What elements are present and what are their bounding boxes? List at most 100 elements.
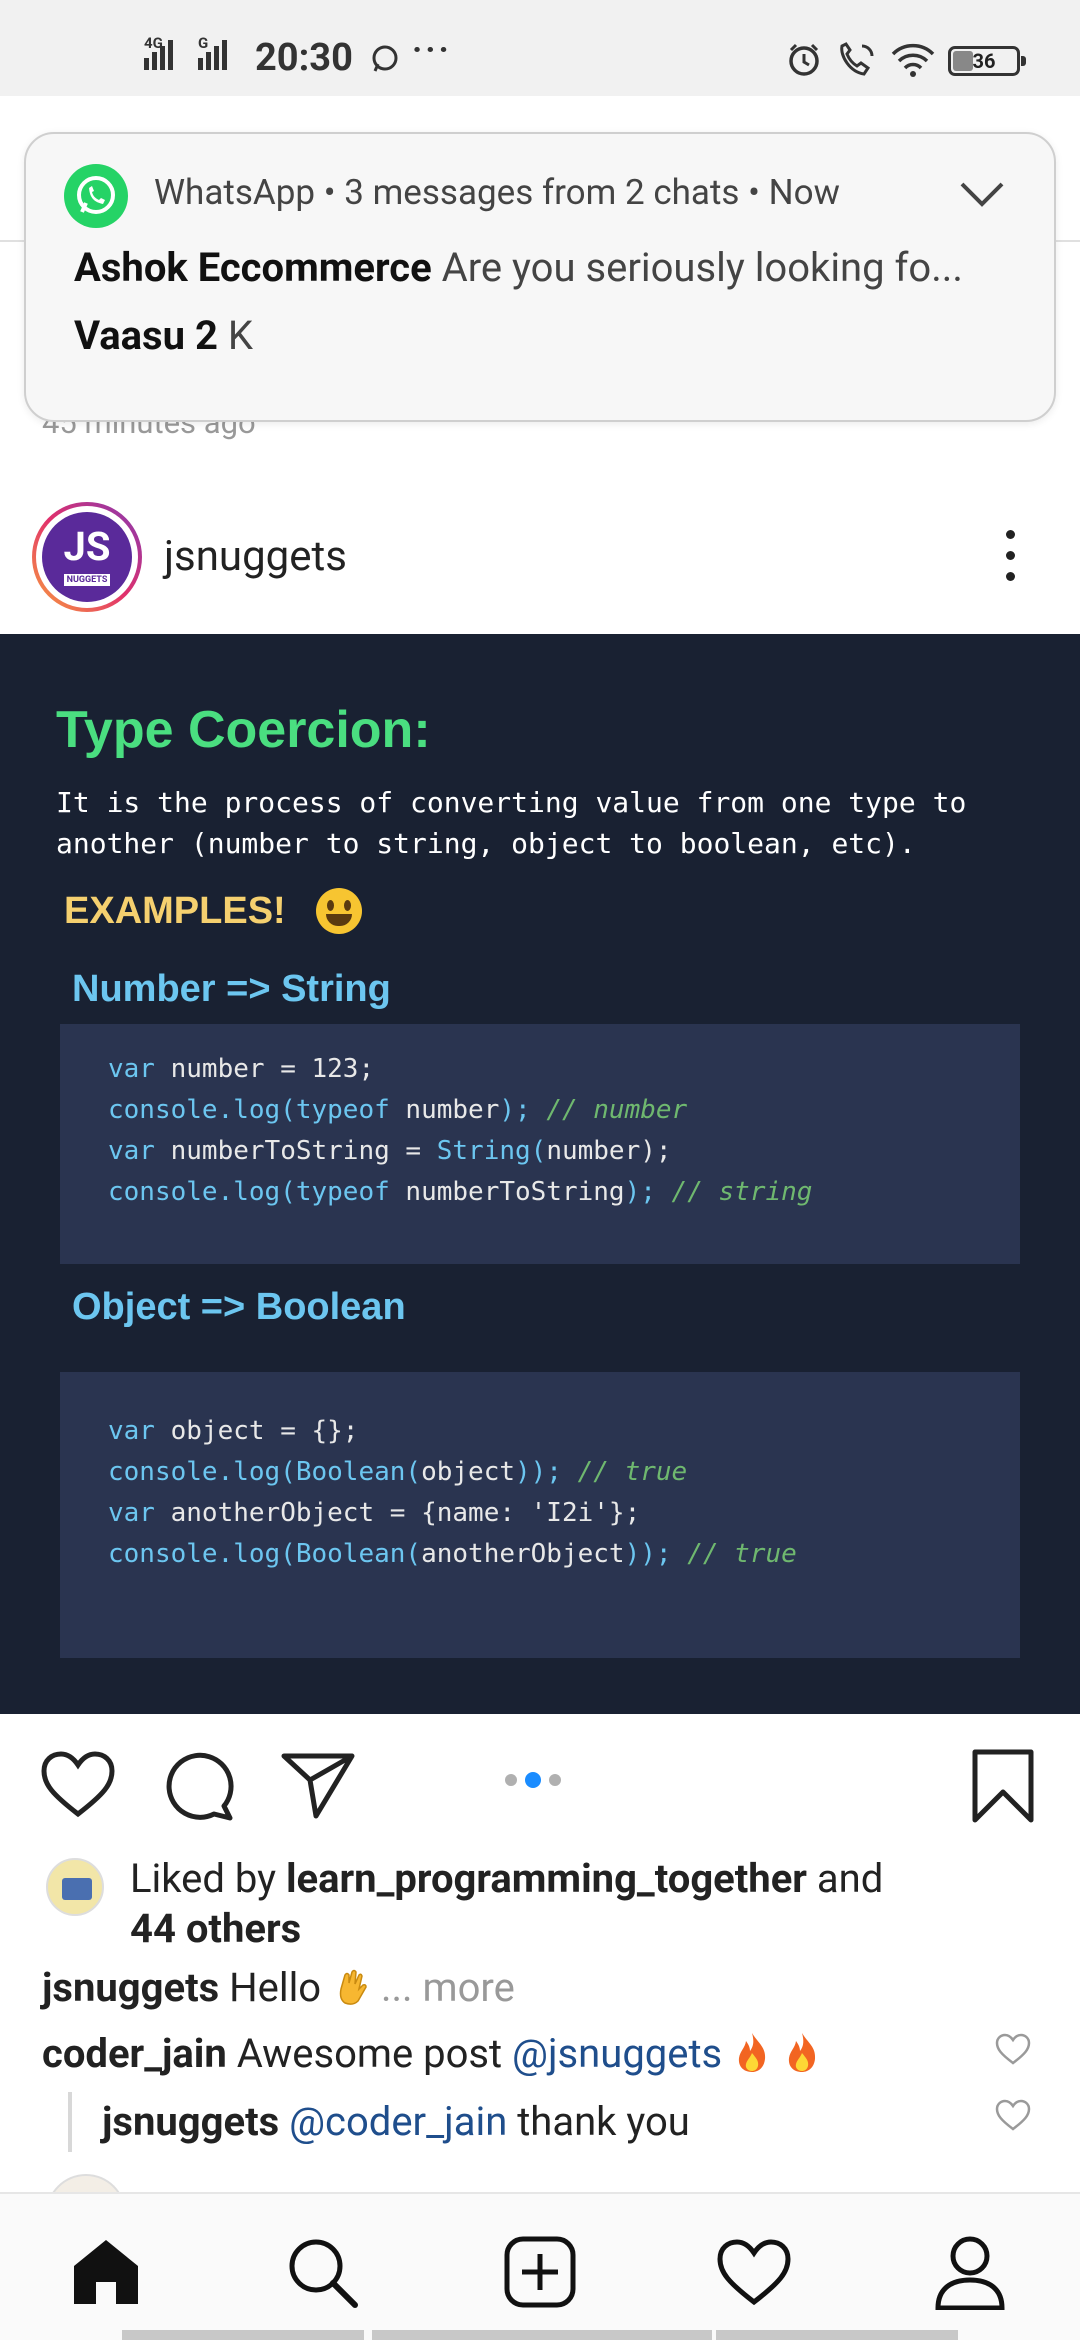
like-heart-icon[interactable]	[40, 1750, 116, 1822]
post-caption[interactable]: jsnuggets Hello ... more	[42, 1964, 515, 2011]
comment-icon[interactable]	[162, 1750, 234, 1826]
message-text: K	[227, 312, 253, 359]
code-token: console.log(typeof	[108, 1095, 406, 1125]
carousel-indicator	[505, 1772, 561, 1788]
fire-emoji-icon	[732, 2031, 772, 2073]
gesture-bar	[716, 2330, 958, 2340]
comment[interactable]: coder_jain Awesome post @jsnuggets	[42, 2030, 822, 2077]
code-token: // string	[671, 1177, 813, 1207]
carousel-dot-active	[525, 1772, 541, 1788]
code-line: console.log(typeof number); // number	[108, 1095, 687, 1125]
message-sender: Ashok Eccommerce	[74, 244, 432, 291]
notification-message: Ashok Eccommerce Are you seriously looki…	[74, 244, 1034, 291]
liked-by-text[interactable]: Liked by learn_programming_together and …	[130, 1854, 1030, 1954]
share-send-icon[interactable]	[280, 1750, 356, 1824]
code-token: var	[108, 1054, 155, 1084]
comment-mention[interactable]: @jsnuggets	[512, 2030, 722, 2077]
code-line: console.log(typeof numberToString); // s…	[108, 1177, 812, 1207]
code-token: object	[421, 1457, 515, 1487]
examples-label: EXAMPLES!	[64, 890, 286, 932]
whatsapp-notification[interactable]: WhatsApp • 3 messages from 2 chats • Now…	[24, 132, 1056, 422]
code-token: console.log(typeof	[108, 1177, 406, 1207]
comment-text: Awesome post	[236, 2030, 503, 2077]
more-notifications-icon: ···	[412, 30, 452, 70]
caption-text: Hello	[229, 1964, 322, 2011]
waving-hand-emoji-icon	[331, 1967, 371, 2007]
more-options-icon[interactable]	[1000, 530, 1020, 584]
chevron-down-icon[interactable]	[958, 178, 1006, 216]
smiley-emoji-icon	[316, 888, 362, 934]
liker-avatar[interactable]	[46, 1858, 104, 1916]
post-image[interactable]: Type Coercion: It is the process of conv…	[0, 634, 1080, 1714]
code-token: // number	[546, 1095, 688, 1125]
section-title: Number => String	[72, 968, 391, 1010]
status-time: 20:30	[255, 36, 353, 80]
comment-mention[interactable]: @coder_jain	[289, 2098, 507, 2145]
carousel-dot	[549, 1774, 561, 1786]
message-sender: Vaasu 2	[74, 312, 218, 359]
code-token: object = {};	[154, 1416, 359, 1446]
description-line: It is the process of converting value fr…	[56, 786, 967, 819]
gesture-bar	[122, 2330, 364, 2340]
comment-like-heart-icon[interactable]	[994, 2032, 1032, 2070]
notification-app-name: WhatsApp	[154, 172, 316, 213]
new-post-icon[interactable]	[500, 2232, 580, 2312]
code-line: var object = {};	[108, 1416, 358, 1446]
image-description: It is the process of converting value fr…	[56, 782, 1036, 864]
carousel-dot	[505, 1774, 517, 1786]
comment-username[interactable]: coder_jain	[42, 2030, 227, 2077]
home-icon[interactable]	[66, 2232, 146, 2312]
code-line: console.log(Boolean(anotherObject)); // …	[108, 1539, 797, 1569]
code-token: );	[624, 1177, 672, 1207]
liked-by-others[interactable]: 44 others	[130, 1905, 301, 1952]
comment-username[interactable]: jsnuggets	[102, 2098, 279, 2145]
notification-header: WhatsApp • 3 messages from 2 chats • Now	[154, 172, 840, 213]
code-token: number = 123;	[154, 1054, 375, 1084]
notification-message: Vaasu 2 K	[74, 312, 1034, 359]
fire-emoji-icon	[782, 2031, 822, 2073]
post-action-bar	[0, 1714, 1080, 1844]
code-token: console.log(Boolean(	[108, 1457, 422, 1487]
signal-g-icon: G	[198, 34, 227, 70]
whatsapp-icon	[64, 164, 128, 228]
liked-by-user[interactable]: learn_programming_together	[286, 1855, 807, 1902]
signal-4g-icon: 4G	[144, 34, 173, 70]
code-block-2: var object = {}; console.log(Boolean(obj…	[60, 1372, 1020, 1658]
battery-level: 36	[972, 49, 996, 73]
status-bar: 4G G 20:30 ··· 36	[0, 0, 1080, 96]
code-token: var	[108, 1498, 155, 1528]
code-line: var anotherObject = {name: 'I2i'};	[108, 1498, 640, 1528]
code-token: );	[640, 1136, 672, 1166]
post-author-avatar[interactable]: JS NUGGETS	[32, 502, 142, 612]
code-line: var numberToString = String(number);	[108, 1136, 672, 1166]
activity-heart-icon[interactable]	[714, 2232, 794, 2312]
notification-time: Now	[768, 172, 840, 213]
comment-like-heart-icon[interactable]	[994, 2098, 1032, 2136]
description-line: another (number to string, object to boo…	[56, 827, 916, 860]
search-icon[interactable]	[282, 2232, 362, 2312]
code-token: numberToString	[405, 1177, 625, 1207]
reply-thread-line	[68, 2092, 72, 2152]
comment-reply[interactable]: jsnuggets @coder_jain thank you	[102, 2098, 690, 2145]
post-username[interactable]: jsnuggets	[164, 532, 347, 581]
alarm-icon	[786, 42, 822, 82]
code-token: numberToString =	[154, 1136, 437, 1166]
code-token: );	[499, 1095, 547, 1125]
message-text: Are you seriously looking fo...	[441, 244, 963, 291]
section-title: Object => Boolean	[72, 1286, 406, 1328]
wifi-icon	[890, 42, 936, 82]
code-token: anotherObject = {name: 'I2i'};	[154, 1498, 641, 1528]
code-token: ));	[624, 1539, 688, 1569]
code-token: anotherObject	[421, 1539, 625, 1569]
wifi-calling-icon	[836, 42, 876, 82]
profile-icon[interactable]	[930, 2232, 1010, 2312]
caption-more-link[interactable]: ... more	[381, 1964, 515, 2011]
code-token: ));	[515, 1457, 578, 1487]
code-token: // true	[577, 1457, 688, 1487]
caption-username[interactable]: jsnuggets	[42, 1964, 219, 2011]
bookmark-icon[interactable]	[970, 1748, 1036, 1828]
network-type-label: 4G	[144, 34, 163, 52]
comment-text: thank you	[517, 2098, 690, 2145]
network-type-label-2: G	[198, 34, 209, 52]
code-token: String(	[436, 1136, 547, 1166]
